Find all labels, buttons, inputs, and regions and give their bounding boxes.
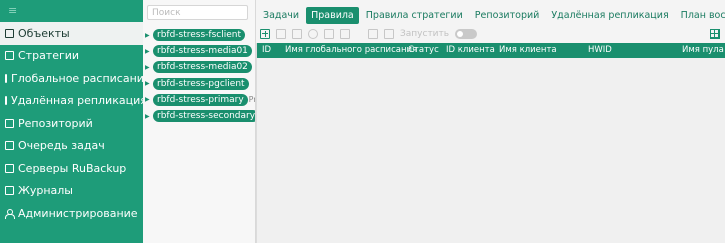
tab[interactable]: Задачи <box>258 7 304 24</box>
table-body <box>257 58 725 243</box>
table-header: ID Имя глобального расписания Статус ID кли… <box>257 43 725 58</box>
sidebar-item-label: Стратегии <box>18 49 80 63</box>
rules-table: ID Имя глобального расписания Статус ID кли… <box>256 43 725 243</box>
client-name: rbfd-stress-media02 <box>153 61 252 74</box>
expand-arrow-icon[interactable]: ▶ <box>145 113 153 120</box>
calendar-icon <box>5 73 7 83</box>
client-name: rbfd-stress-primary <box>153 93 248 106</box>
client-name: rbfd-stress-pgclient <box>153 77 249 90</box>
edit-icon <box>292 29 302 39</box>
tab[interactable]: Правила стратегии <box>361 7 468 24</box>
hamburger-icon[interactable]: ≡ <box>0 0 143 22</box>
column-header[interactable]: Имя клиента <box>499 45 557 55</box>
toolbar: Запустить <box>256 26 725 42</box>
run-button[interactable]: Запустить <box>400 29 449 39</box>
sidebar-item-label: Глобальное расписание <box>11 71 151 85</box>
sidebar-item[interactable]: Репозиторий <box>0 112 143 135</box>
add-icon[interactable] <box>260 29 270 39</box>
sidebar-item[interactable]: Администрирование <box>0 202 143 225</box>
client-name: rbfd-stress-media01 <box>153 45 252 58</box>
sidebar-item-label: Удалённая репликация <box>11 94 147 108</box>
monitor-icon <box>5 28 14 38</box>
tree-item[interactable]: ▶ rbfd-stress-pgclient <box>143 76 273 92</box>
sidebar-item[interactable]: Объекты <box>0 22 143 45</box>
object-tree-panel: ▶rbfd-stress-fsclient▶rbfd-stress-media0… <box>143 0 267 243</box>
column-header[interactable]: Статус <box>408 45 439 55</box>
sidebar-item-label: Очередь задач <box>18 139 105 153</box>
sidebar-item[interactable]: Стратегии <box>0 45 143 68</box>
column-header[interactable]: Имя глобального расписания <box>285 45 417 55</box>
sidebar-item[interactable]: Глобальное расписание <box>0 67 151 90</box>
info-icon <box>308 29 318 39</box>
expand-arrow-icon[interactable]: ▶ <box>145 80 153 87</box>
delete-icon <box>368 29 378 39</box>
document-icon <box>5 51 14 61</box>
clone-icon <box>324 29 334 39</box>
tab-bar: Задачи Правила Правила стратегии Репозитори… <box>256 6 725 24</box>
column-header[interactable]: Имя пула <box>682 45 724 55</box>
database-icon <box>5 118 14 128</box>
tree-item[interactable]: ▶rbfd-stress-primaryPrim <box>143 92 273 108</box>
tree-item[interactable]: ▶ rbfd-stress-secondary <box>143 108 273 124</box>
expand-arrow-icon[interactable]: ▶ <box>145 64 153 71</box>
sidebar: ≡ Объекты Стратегии Глобальное расписание У… <box>0 0 151 243</box>
client-name: rbfd-stress-secondary <box>153 110 260 123</box>
sidebar-item[interactable]: Серверы RuBackup <box>0 157 143 180</box>
queue-icon <box>5 141 14 151</box>
tab[interactable]: Репозиторий <box>470 7 545 24</box>
sidebar-item[interactable]: Журналы <box>0 180 143 203</box>
sidebar-item-label: Серверы RuBackup <box>18 161 127 175</box>
user-icon <box>5 208 15 219</box>
expand-arrow-icon[interactable]: ▶ <box>145 48 153 55</box>
server-icon <box>5 96 7 106</box>
sidebar-item[interactable]: Очередь задач <box>0 135 143 158</box>
servers-icon <box>5 163 14 173</box>
tree-item[interactable]: ▶ rbfd-stress-media01 <box>143 43 273 59</box>
column-header[interactable]: ID клиента <box>446 45 495 55</box>
search-input[interactable] <box>147 5 248 20</box>
log-icon <box>5 186 14 196</box>
client-name: rbfd-stress-fsclient <box>153 29 246 42</box>
tree-item[interactable]: ▶ rbfd-stress-media02 <box>143 59 273 75</box>
main-panel: Задачи Правила Правила стратегии Репозитори… <box>256 0 725 243</box>
column-header[interactable]: ID <box>262 45 271 55</box>
expand-arrow-icon[interactable]: ▶ <box>145 96 153 103</box>
sidebar-item-label: Администрирование <box>18 206 138 220</box>
tab[interactable]: Удалённая репликация <box>546 7 673 24</box>
expand-arrow-icon[interactable]: ▶ <box>145 32 153 39</box>
run-toggle[interactable] <box>455 29 478 39</box>
object-tree: ▶ rbfd-stress-fsclient ▶ rbfd-stress-media0… <box>143 27 273 124</box>
sidebar-item[interactable]: Удалённая репликация <box>0 90 147 113</box>
column-header[interactable]: HWID <box>588 45 612 55</box>
column-settings-icon[interactable] <box>710 29 720 39</box>
copy-icon <box>276 29 286 39</box>
checkbox-icon <box>340 29 350 39</box>
report-icon <box>384 29 394 39</box>
tree-item[interactable]: ▶ rbfd-stress-fsclient <box>143 27 273 43</box>
sidebar-item-label: Журналы <box>18 184 73 198</box>
tab[interactable]: Правила <box>306 6 359 24</box>
sidebar-item-label: Объекты <box>18 26 70 40</box>
tab[interactable]: План восстановления <box>676 7 725 24</box>
sidebar-item-label: Репозиторий <box>18 116 93 130</box>
